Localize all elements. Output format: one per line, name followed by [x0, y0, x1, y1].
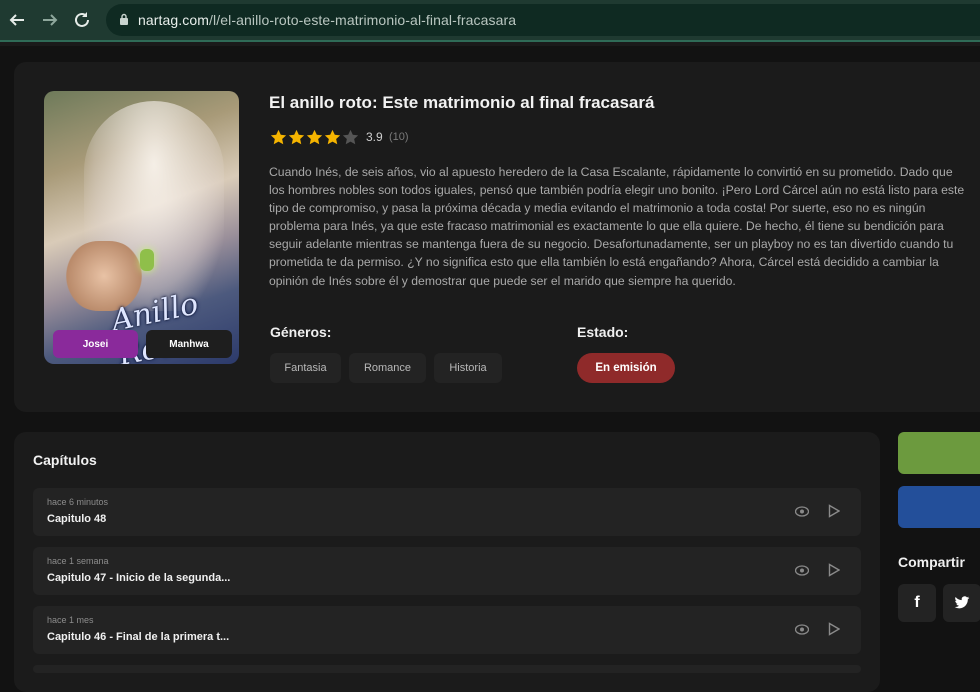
forward-arrow-icon[interactable]	[39, 9, 61, 31]
browser-toolbar: nartag.com/l/el-anillo-roto-este-matrimo…	[0, 0, 980, 40]
play-icon[interactable]	[828, 563, 840, 577]
url-text: nartag.com/l/el-anillo-roto-este-matrimo…	[138, 12, 516, 28]
rating-value: 3.9	[366, 130, 383, 144]
tag-manhwa[interactable]: Manhwa	[146, 330, 232, 358]
chapter-title: Capitulo 48	[47, 513, 107, 525]
chapter-time: hace 6 minutos	[47, 497, 109, 507]
twitter-share-button[interactable]	[943, 584, 980, 622]
status-badge: En emisión	[577, 353, 675, 383]
star-filled-icon	[288, 129, 305, 145]
star-filled-icon	[306, 129, 323, 145]
cover-image[interactable]: Anillo Roto	[44, 91, 239, 364]
eye-icon[interactable]	[795, 506, 809, 517]
chapter-row[interactable]: hace 1 mes Capitulo 46 - Final de la pri…	[33, 606, 861, 654]
chapter-title: Capitulo 46 - Final de la primera t...	[47, 631, 230, 643]
chapter-time: hace 1 semana	[47, 556, 109, 566]
cover-art-gem	[140, 249, 154, 271]
status-label: Estado:	[577, 324, 629, 340]
play-icon[interactable]	[828, 504, 840, 518]
share-label: Compartir	[898, 554, 965, 570]
chapter-row[interactable]: hace 1 semana Capitulo 47 - Inicio de la…	[33, 547, 861, 595]
genres-label: Géneros:	[270, 324, 332, 340]
back-arrow-icon[interactable]	[6, 9, 28, 31]
genre-historia[interactable]: Historia	[434, 353, 502, 383]
facebook-share-button[interactable]: f	[898, 584, 936, 622]
star-filled-icon	[324, 129, 341, 145]
facebook-icon: f	[914, 594, 920, 611]
tag-josei[interactable]: Josei	[53, 330, 138, 358]
star-rating	[270, 129, 359, 146]
address-bar[interactable]: nartag.com/l/el-anillo-roto-este-matrimo…	[106, 4, 980, 36]
url-path: /l/el-anillo-roto-este-matrimonio-al-fin…	[209, 12, 517, 28]
star-empty-icon	[342, 129, 359, 145]
lock-icon	[120, 13, 128, 25]
eye-icon[interactable]	[795, 565, 809, 576]
eye-icon[interactable]	[795, 624, 809, 635]
synopsis: Cuando Inés, de seis años, vio al apuest…	[269, 165, 965, 288]
page-header-strip	[0, 42, 980, 46]
play-icon[interactable]	[828, 622, 840, 636]
genre-fantasia[interactable]: Fantasia	[270, 353, 341, 383]
star-filled-icon	[270, 129, 287, 145]
url-domain: nartag.com	[138, 12, 210, 28]
chapter-time: hace 1 mes	[47, 615, 94, 625]
chapter-title: Capitulo 47 - Inicio de la segunda...	[47, 572, 231, 584]
rating-count: (10)	[389, 131, 409, 143]
chapter-row[interactable]	[33, 665, 861, 673]
chapters-title: Capítulos	[33, 452, 97, 468]
series-title: El anillo roto: Este matrimonio al final…	[269, 93, 655, 112]
twitter-icon	[954, 596, 970, 609]
read-last-button[interactable]	[898, 486, 980, 528]
reload-icon[interactable]	[71, 9, 93, 31]
chapter-row[interactable]: hace 6 minutos Capitulo 48	[33, 488, 861, 536]
genre-romance[interactable]: Romance	[349, 353, 426, 383]
read-first-button[interactable]	[898, 432, 980, 474]
